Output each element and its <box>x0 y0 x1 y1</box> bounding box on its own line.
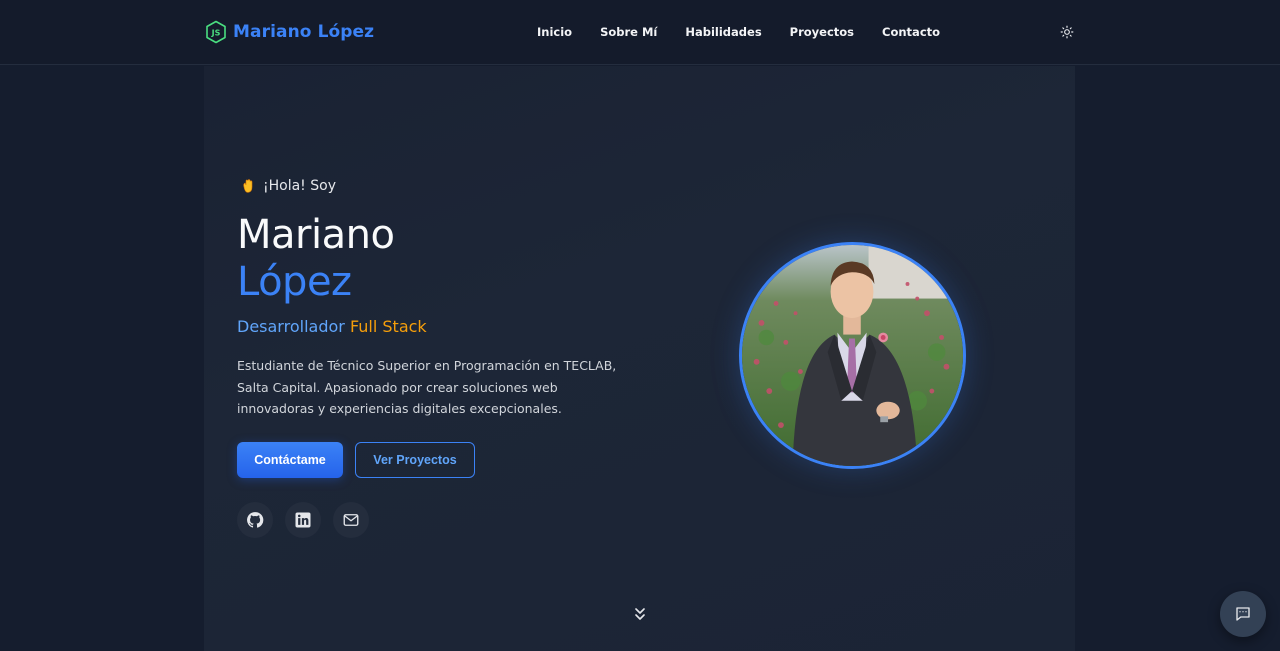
role-title: Desarrollador <box>237 317 345 336</box>
nav-link-inicio[interactable]: Inicio <box>537 25 572 39</box>
greeting-text: ¡Hola! Soy <box>263 178 336 194</box>
main-nav: Inicio Sobre Mí Habilidades Proyectos Co… <box>537 25 940 39</box>
navbar: JS Mariano López Inicio Sobre Mí Habilid… <box>0 0 1280 65</box>
view-projects-button[interactable]: Ver Proyectos <box>355 442 475 478</box>
chat-button[interactable] <box>1220 591 1266 637</box>
profile-photo <box>739 242 966 469</box>
nav-link-habilidades[interactable]: Habilidades <box>685 25 761 39</box>
nav-link-sobre-mi[interactable]: Sobre Mí <box>600 25 657 39</box>
theme-toggle-button[interactable] <box>1058 23 1076 41</box>
hero-last-name: López <box>237 259 352 305</box>
hero-bio: Estudiante de Técnico Superior en Progra… <box>237 358 617 416</box>
hero-role: Desarrollador Full Stack <box>237 317 427 336</box>
github-icon <box>247 512 264 528</box>
social-links <box>237 502 369 538</box>
nodejs-icon: JS <box>206 20 226 44</box>
hero-first-name: Mariano <box>237 212 395 258</box>
svg-text:JS: JS <box>211 29 221 38</box>
role-highlight: Full Stack <box>349 317 427 336</box>
sun-icon <box>1060 25 1074 39</box>
brand-name: Mariano López <box>233 22 375 42</box>
email-link[interactable] <box>333 502 369 538</box>
message-square-icon <box>1236 607 1250 621</box>
linkedin-icon <box>295 512 311 528</box>
chevrons-down-icon <box>635 608 645 620</box>
scroll-down-button[interactable] <box>632 606 648 622</box>
greeting: ¡Hola! Soy <box>241 178 336 194</box>
linkedin-link[interactable] <box>285 502 321 538</box>
nav-link-contacto[interactable]: Contacto <box>882 25 940 39</box>
nav-link-proyectos[interactable]: Proyectos <box>790 25 854 39</box>
contact-button[interactable]: Contáctame <box>237 442 343 478</box>
brand-logo[interactable]: JS Mariano López <box>205 20 374 44</box>
mail-icon <box>343 514 359 526</box>
waving-hand-icon <box>243 179 253 193</box>
github-link[interactable] <box>237 502 273 538</box>
